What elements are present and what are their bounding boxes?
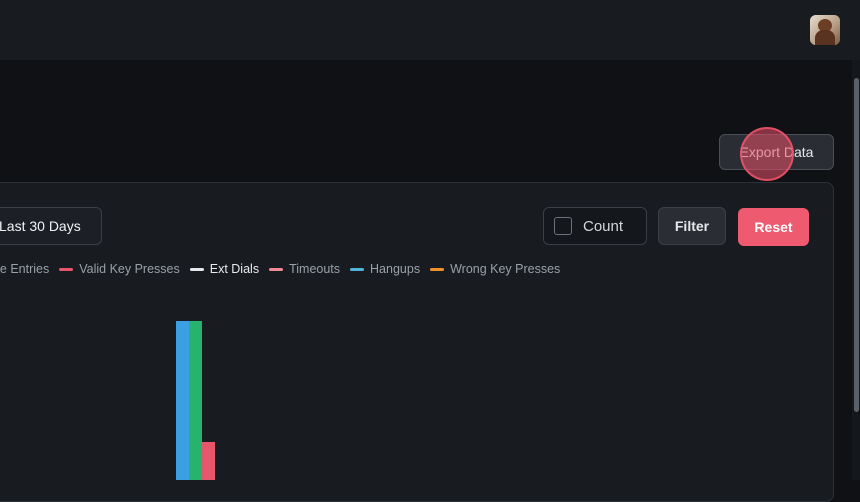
legend-item[interactable]: Wrong Key Presses — [430, 262, 560, 276]
count-label: Count — [583, 217, 624, 235]
chart-bar-green[interactable] — [189, 321, 202, 480]
count-toggle[interactable]: Count — [543, 207, 647, 245]
legend-label: Wrong Key Presses — [450, 262, 561, 276]
chart-legend: que Entries Valid Key Presses Ext Dials Tim… — [0, 261, 570, 277]
chart-bar-blue[interactable] — [176, 321, 189, 480]
legend-swatch — [350, 267, 365, 271]
legend-label: Timeouts — [289, 262, 341, 276]
legend-swatch — [59, 267, 74, 271]
legend-item[interactable]: Hangups — [350, 262, 420, 276]
avatar-figure-body — [815, 30, 835, 45]
legend-label: Ext Dials — [209, 262, 260, 276]
filter-button[interactable]: Filter — [658, 207, 726, 245]
date-range-button[interactable]: Last 30 Days — [0, 207, 102, 245]
bar-chart — [176, 321, 215, 480]
user-avatar[interactable] — [810, 15, 840, 45]
export-data-button[interactable]: Export Data — [719, 134, 834, 170]
legend-item[interactable]: que Entries — [0, 262, 49, 276]
legend-label: Valid Key Presses — [79, 262, 180, 276]
legend-item[interactable]: Valid Key Presses — [59, 262, 180, 276]
legend-label: que Entries — [0, 262, 50, 276]
reset-button[interactable]: Reset — [738, 208, 809, 246]
legend-swatch — [189, 267, 204, 271]
legend-label: Hangups — [370, 262, 421, 276]
page-scrollbar-thumb[interactable] — [854, 78, 859, 412]
legend-swatch — [430, 267, 445, 271]
legend-item[interactable]: Ext Dials — [189, 262, 260, 276]
legend-swatch — [269, 267, 284, 271]
count-checkbox[interactable] — [554, 217, 572, 235]
legend-item[interactable]: Timeouts — [269, 262, 340, 276]
chart-bar-red[interactable] — [202, 442, 215, 480]
top-bar — [0, 0, 860, 60]
